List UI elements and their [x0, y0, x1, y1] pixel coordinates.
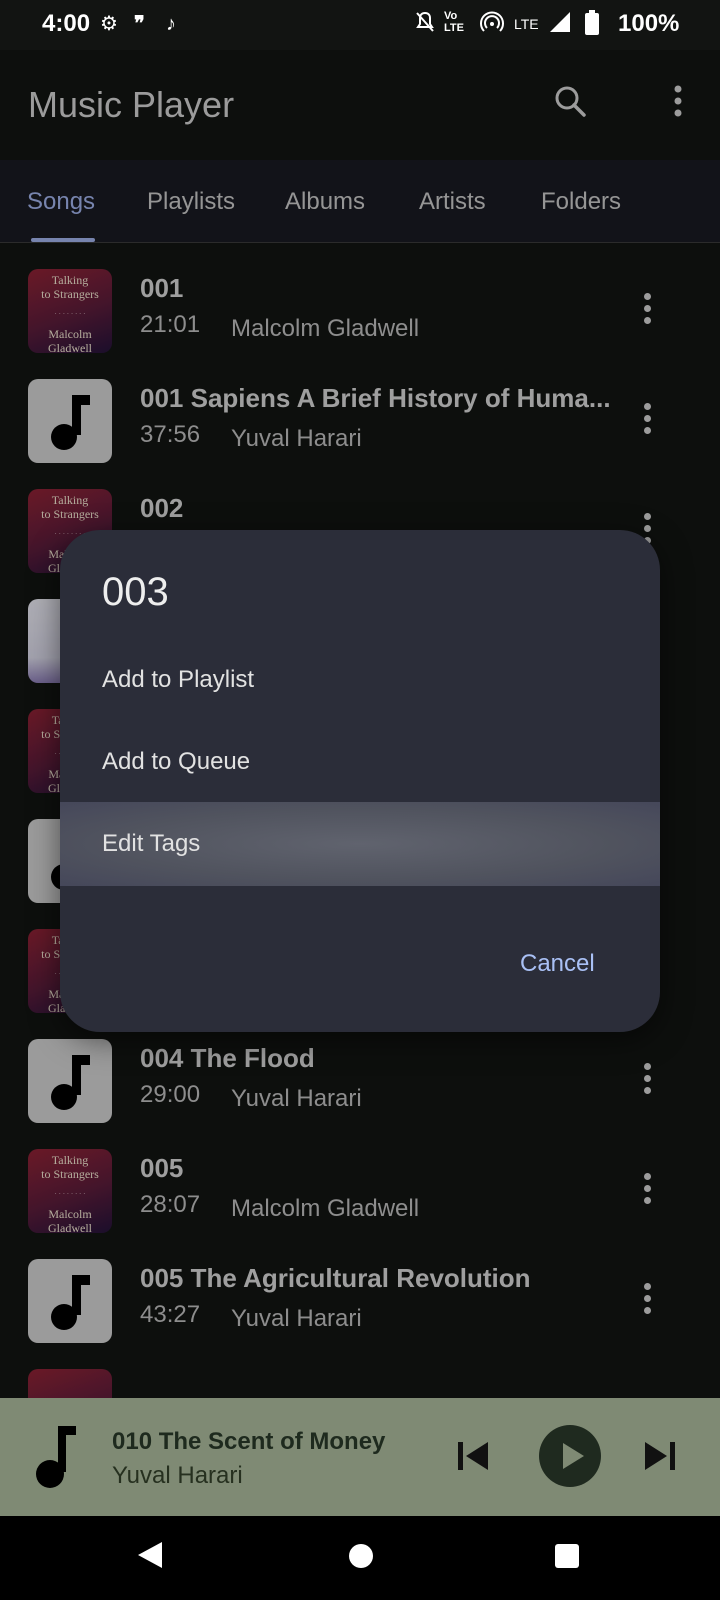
edit-tags-option[interactable]: Edit Tags — [60, 802, 660, 886]
settings-icon: ⚙ — [100, 13, 118, 35]
now-playing-title: 010 The Scent of Money — [112, 1428, 386, 1455]
music-note-icon — [34, 1424, 78, 1495]
status-time: 4:00 — [42, 10, 91, 37]
volte-icon: Vo LTE — [444, 10, 464, 34]
status-bar: 4:00 ⚙ ❞ ♪ Vo LTE LTE 100% — [0, 0, 720, 50]
add-to-playlist-option[interactable]: Add to Playlist — [60, 638, 660, 722]
network-type: LTE — [514, 16, 539, 32]
hotspot-icon — [480, 10, 504, 42]
music-note-icon: ♪ — [166, 13, 176, 35]
skip-next-icon[interactable] — [642, 1438, 678, 1479]
song-options-dialog: 003 Add to Playlist Add to Queue Edit Ta… — [60, 530, 660, 1032]
quote-icon: ❞ — [134, 13, 145, 35]
add-to-queue-option[interactable]: Add to Queue — [60, 720, 660, 804]
skip-previous-icon[interactable] — [455, 1438, 491, 1479]
back-icon[interactable] — [136, 1540, 164, 1575]
signal-icon — [548, 10, 572, 42]
play-button[interactable] — [538, 1424, 602, 1493]
cancel-button[interactable]: Cancel — [520, 950, 595, 978]
option-label: Add to Queue — [102, 748, 251, 775]
recents-icon[interactable] — [554, 1543, 580, 1574]
option-label: Add to Playlist — [102, 666, 255, 693]
mini-player[interactable]: 010 The Scent of Money Yuval Harari — [0, 1398, 720, 1516]
dialog-title: 003 — [102, 570, 169, 614]
system-nav-bar — [0, 1516, 720, 1600]
battery-icon — [584, 10, 600, 44]
option-label: Edit Tags — [102, 830, 201, 857]
home-icon[interactable] — [348, 1543, 374, 1574]
mute-icon — [414, 10, 436, 42]
now-playing-artist: Yuval Harari — [112, 1462, 243, 1489]
battery-percent: 100% — [618, 10, 680, 37]
